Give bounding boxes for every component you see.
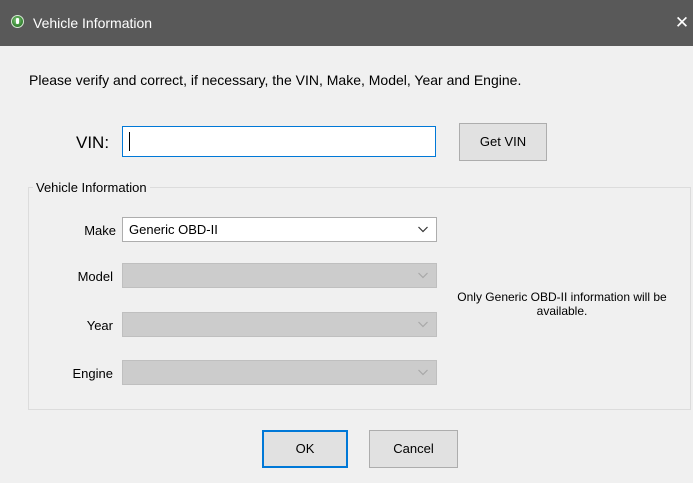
instruction-text: Please verify and correct, if necessary,… [29,72,522,88]
text-caret [129,132,130,151]
chevron-down-icon [418,369,428,376]
engine-label: Engine [72,366,113,381]
make-select[interactable]: Generic OBD-II [122,217,437,242]
vin-label: VIN: [76,133,110,152]
chevron-down-icon [418,321,428,328]
cancel-button[interactable]: Cancel [369,430,458,468]
app-logo-icon [11,15,24,28]
vehicle-information-dialog: Vehicle Information ✕ Please verify and … [0,0,693,483]
group-title: Vehicle Information [33,180,150,195]
window-title: Vehicle Information [33,15,153,31]
engine-select[interactable] [122,360,437,385]
year-label: Year [86,318,113,333]
year-select[interactable] [122,312,437,337]
chevron-down-icon [418,272,428,279]
title-bar[interactable]: Vehicle Information ✕ [0,0,693,46]
model-label: Model [77,269,113,284]
make-selected-value: Generic OBD-II [129,222,218,237]
model-select[interactable] [122,263,437,288]
get-vin-button[interactable]: Get VIN [459,123,547,161]
close-button[interactable]: ✕ [672,10,692,36]
chevron-down-icon [418,226,428,233]
ok-button[interactable]: OK [262,430,348,468]
make-label: Make [84,223,116,238]
vin-input[interactable] [122,126,436,157]
availability-note: Only Generic OBD-II information will be … [457,290,667,318]
